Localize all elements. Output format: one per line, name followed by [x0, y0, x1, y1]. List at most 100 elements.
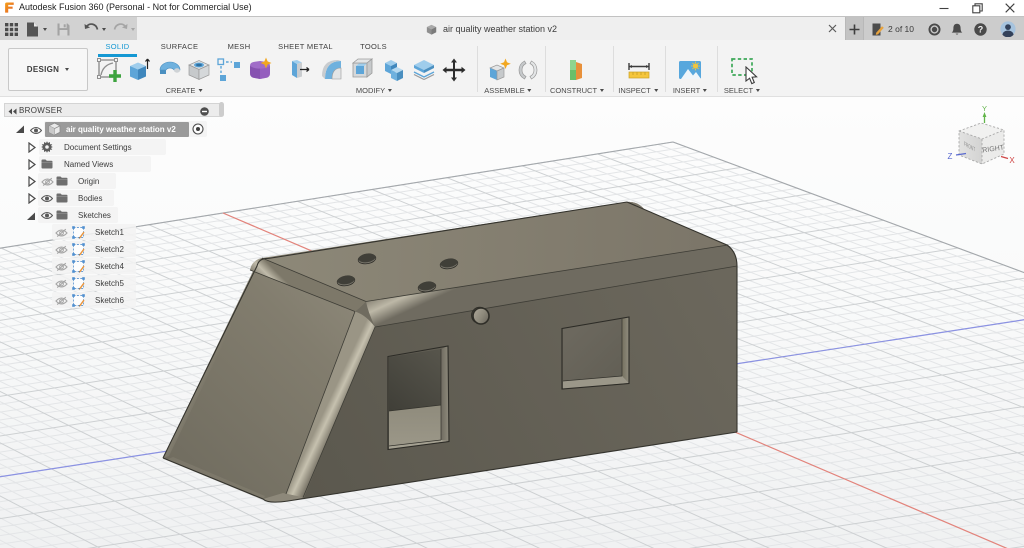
visibility-eye-icon[interactable]: [41, 194, 53, 203]
sketch-icon: [72, 260, 85, 273]
construct-plane-button[interactable]: [562, 57, 588, 83]
tree-item-bodies[interactable]: Bodies: [0, 190, 240, 206]
visibility-eye-off-icon[interactable]: [41, 177, 54, 187]
undo-button[interactable]: [82, 18, 108, 40]
shell-button[interactable]: [350, 57, 376, 83]
hole-button[interactable]: [186, 57, 212, 83]
visibility-eye-off-icon[interactable]: [55, 262, 68, 272]
create-group-text: CREATE: [166, 86, 196, 95]
inspect-group-label[interactable]: INSPECT: [618, 86, 658, 95]
tree-item-sketch4[interactable]: Sketch6: [0, 292, 240, 308]
insert-caret-icon: [703, 89, 707, 92]
tree-item-origin[interactable]: Origin: [0, 173, 240, 189]
expand-arrow-icon[interactable]: [28, 193, 36, 204]
expand-arrow-icon[interactable]: [28, 142, 36, 153]
visibility-eye-off-icon[interactable]: [55, 296, 68, 306]
tree-item-sketch0[interactable]: Sketch1: [0, 224, 240, 240]
collapse-browser-icon[interactable]: [8, 108, 17, 115]
move-copy-button[interactable]: [441, 57, 467, 83]
visibility-eye-off-icon[interactable]: [55, 279, 68, 289]
close-tab-button[interactable]: [826, 22, 839, 35]
documents-quota-text: 2 of 10: [888, 24, 914, 34]
browser-scrollbar[interactable]: [219, 102, 224, 117]
modify-group-label[interactable]: MODIFY: [356, 86, 392, 95]
visibility-eye-off-icon[interactable]: [55, 245, 68, 255]
create-sketch-button[interactable]: [96, 57, 122, 83]
construct-caret-icon: [600, 89, 604, 92]
x-axis-label[interactable]: X: [1009, 156, 1015, 165]
tab-solid[interactable]: SOLID: [105, 42, 129, 51]
offset-face-button[interactable]: [411, 57, 437, 83]
restore-button[interactable]: [966, 0, 988, 16]
assemble-group-label[interactable]: ASSEMBLE: [484, 86, 531, 95]
extrude-button[interactable]: [126, 57, 152, 83]
sketch-icon: [72, 243, 85, 256]
tab-mesh[interactable]: MESH: [228, 42, 251, 51]
tree-item-sketch1[interactable]: Sketch2: [0, 241, 240, 257]
toolbar-separator: [545, 46, 546, 92]
ground-radio-icon[interactable]: [192, 123, 204, 135]
tree-item-document-settings[interactable]: Document Settings: [0, 139, 240, 155]
create-caret-icon: [198, 89, 202, 92]
tree-item-document-settings-label: Document Settings: [64, 143, 132, 152]
pattern-button[interactable]: [216, 57, 242, 83]
job-status-button[interactable]: [925, 17, 943, 41]
press-pull-button[interactable]: [287, 57, 313, 83]
workspace-selector[interactable]: DESIGN: [8, 48, 88, 91]
create-group-label[interactable]: CREATE: [166, 86, 203, 95]
insert-group-label[interactable]: INSERT: [673, 86, 707, 95]
browser-header-title: BROWSER: [19, 106, 62, 115]
tab-tools[interactable]: TOOLS: [360, 42, 387, 51]
expand-arrow-icon[interactable]: [28, 159, 36, 170]
model-body[interactable]: [163, 202, 737, 502]
insert-image-button[interactable]: [677, 57, 703, 83]
tree-item-root[interactable]: air quality weather station v2: [0, 121, 240, 137]
tab-surface[interactable]: SURFACE: [161, 42, 199, 51]
sketch-icon: [72, 294, 85, 307]
z-axis-label[interactable]: Z: [948, 152, 953, 161]
close-tab-icon: [828, 24, 837, 33]
visibility-eye-off-icon[interactable]: [55, 228, 68, 238]
avatar[interactable]: [998, 17, 1018, 41]
visibility-eye-icon[interactable]: [30, 126, 42, 135]
tree-item-sketch-label: Sketch1: [95, 228, 124, 237]
collapse-arrow-icon[interactable]: [15, 124, 25, 134]
minimize-button[interactable]: [933, 0, 955, 16]
joint-button[interactable]: [515, 57, 541, 83]
help-button[interactable]: ?: [971, 17, 989, 41]
tab-sheet-metal[interactable]: SHEET METAL: [278, 42, 333, 51]
tree-item-sketches[interactable]: Sketches: [0, 207, 240, 223]
y-axis-label[interactable]: Y: [982, 104, 987, 113]
viewport-canvas[interactable]: RIGHT FRONT Y Z X BROWSER air quality we…: [0, 97, 1024, 548]
collapse-arrow-icon[interactable]: [26, 211, 36, 221]
save-button[interactable]: [54, 18, 74, 40]
svg-text:?: ?: [977, 24, 983, 34]
tree-item-sketch3[interactable]: Sketch5: [0, 275, 240, 291]
app-grid-button[interactable]: [0, 18, 24, 40]
tree-item-root-label: air quality weather station v2: [66, 125, 176, 134]
document-tab-icon: [425, 23, 438, 36]
revolve-button[interactable]: [157, 57, 183, 83]
expand-arrow-icon[interactable]: [28, 176, 36, 187]
select-group-label[interactable]: SELECT: [724, 86, 760, 95]
redo-button[interactable]: [111, 18, 137, 40]
new-component-button[interactable]: [487, 57, 513, 83]
documents-quota[interactable]: 2 of 10: [872, 17, 914, 41]
create-form-button[interactable]: [247, 57, 273, 83]
visibility-eye-icon[interactable]: [41, 211, 53, 220]
measure-button[interactable]: [626, 57, 652, 83]
construct-group-label[interactable]: CONSTRUCT: [550, 86, 604, 95]
new-document-tab-button[interactable]: [845, 17, 864, 41]
fillet-button[interactable]: [319, 57, 345, 83]
combine-button[interactable]: [381, 57, 407, 83]
close-button[interactable]: [999, 0, 1021, 16]
document-tab[interactable]: air quality weather station v2: [137, 17, 845, 41]
browser-minimize-icon[interactable]: [200, 107, 209, 116]
tree-item-sketch2[interactable]: Sketch4: [0, 258, 240, 274]
notifications-button[interactable]: [948, 17, 966, 41]
construct-group-text: CONSTRUCT: [550, 86, 597, 95]
browser-header[interactable]: BROWSER: [4, 103, 221, 117]
file-menu-button[interactable]: [26, 18, 48, 40]
view-cube[interactable]: RIGHT FRONT Y Z X: [948, 104, 1016, 165]
tree-item-named-views[interactable]: Named Views: [0, 156, 240, 172]
